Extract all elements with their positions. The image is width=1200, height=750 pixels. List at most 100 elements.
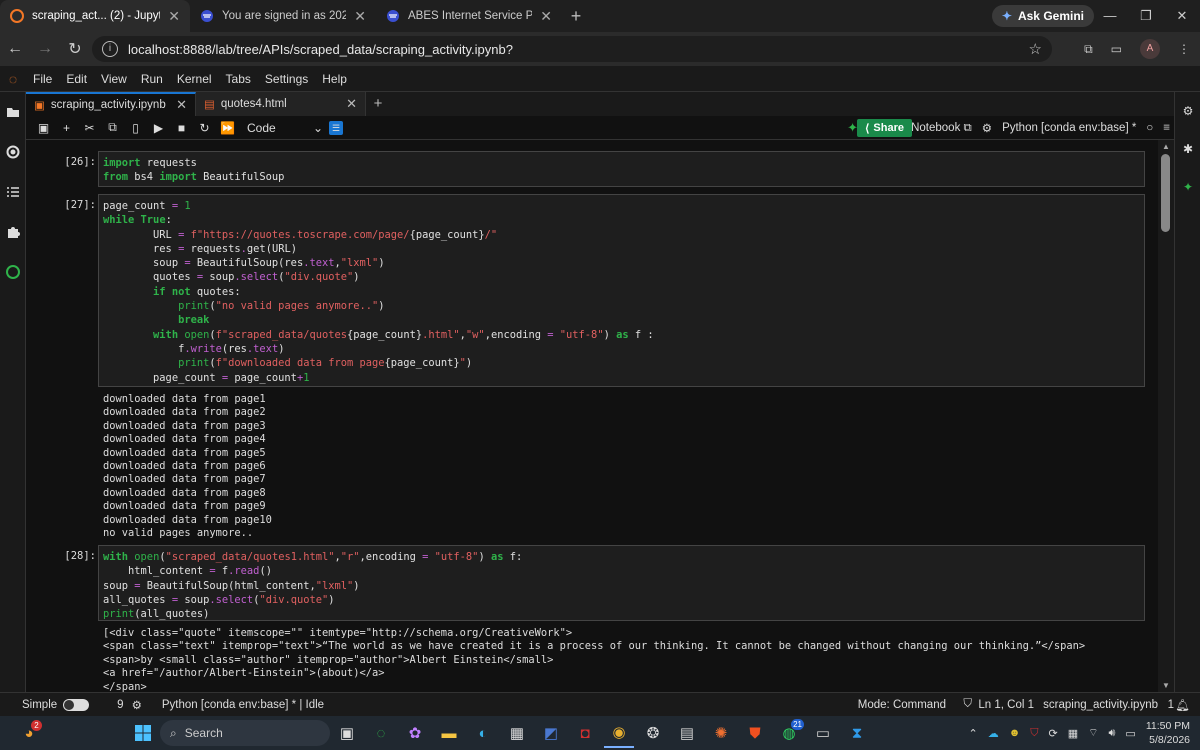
code-editor[interactable]: import requests from bs4 import Beautifu… xyxy=(98,151,1145,187)
menu-file[interactable]: File xyxy=(26,72,59,86)
minimize-icon[interactable]: — xyxy=(1092,0,1128,32)
volume-icon[interactable]: 🔊︎ xyxy=(1108,727,1115,740)
ask-gemini-button[interactable]: ✦ Ask Gemini xyxy=(991,5,1094,27)
profile-avatar[interactable]: A xyxy=(1140,39,1160,59)
tray-security-icon[interactable]: ⛉ xyxy=(1030,727,1038,740)
menu-hamburger-icon[interactable]: ≡ xyxy=(1163,122,1170,134)
app-ring-icon[interactable]: ◌ xyxy=(366,718,396,748)
tab-html[interactable]: ▤ quotes4.html ✕ xyxy=(196,92,366,116)
cursor-position[interactable]: Ln 1, Col 1 xyxy=(978,699,1034,711)
new-tab-button[interactable]: + xyxy=(562,6,590,27)
menu-settings[interactable]: Settings xyxy=(258,72,315,86)
kernel-status-ring-icon[interactable] xyxy=(0,252,26,292)
windows-start-icon[interactable] xyxy=(128,718,158,748)
browser-tab-jupyter[interactable]: scraping_act... (2) - JupyterLab ✕ xyxy=(0,0,190,32)
scroll-thumb[interactable] xyxy=(1161,154,1170,232)
split-view-icon[interactable]: ▭ xyxy=(1111,42,1122,56)
notebook-scrollbar[interactable]: ▲ ▼ xyxy=(1158,140,1174,692)
bell-icon[interactable]: 🔔︎ xyxy=(1175,698,1190,712)
chevron-up-icon[interactable]: ⌃ xyxy=(968,727,977,740)
kernel-name[interactable]: Python [conda env:base] * xyxy=(1002,122,1136,134)
address-bar[interactable]: i localhost:8888/lab/tree/APIs/scraped_d… xyxy=(92,36,1052,62)
file-explorer-icon[interactable]: ▬ xyxy=(434,718,464,748)
close-icon[interactable]: ✕ xyxy=(540,8,552,25)
run-icon[interactable]: ▶ xyxy=(147,121,170,135)
kernel-status[interactable]: Python [conda env:base] * | Idle xyxy=(162,699,324,711)
info-icon[interactable]: i xyxy=(102,41,118,57)
scroll-up-icon[interactable]: ▲ xyxy=(1158,142,1174,151)
menu-tabs[interactable]: Tabs xyxy=(219,72,258,86)
menu-help[interactable]: Help xyxy=(315,72,354,86)
cut-icon[interactable]: ✂ xyxy=(78,121,101,135)
stop-icon[interactable]: ■ xyxy=(170,121,193,135)
taskbar-search[interactable]: ⌕ Search xyxy=(160,720,330,746)
vscode-icon[interactable]: ⧗ xyxy=(842,718,872,748)
bookmark-star-icon[interactable]: ☆ xyxy=(1029,40,1042,58)
chatgpt-icon[interactable]: ❂ xyxy=(638,718,668,748)
widgets-icon[interactable]: ◕ 2 xyxy=(14,718,44,748)
brave-icon[interactable]: ⛊ xyxy=(740,718,770,748)
cell-type-dropdown[interactable]: Code ⌄ xyxy=(247,121,323,135)
new-launcher-button[interactable]: + xyxy=(366,92,390,116)
extension-puzzle-icon[interactable] xyxy=(0,212,26,252)
menu-kernel[interactable]: Kernel xyxy=(170,72,219,86)
property-inspector-gear-icon[interactable]: ⚙ xyxy=(1175,92,1200,130)
task-view-icon[interactable]: ▣ xyxy=(332,718,362,748)
fast-forward-icon[interactable]: ⏩ xyxy=(216,121,239,135)
folder-icon[interactable] xyxy=(0,92,26,132)
editor-app-icon[interactable]: ◩ xyxy=(536,718,566,748)
code-editor[interactable]: page_count = 1 while True: URL = f"https… xyxy=(98,194,1145,387)
onedrive-icon[interactable]: ☁ xyxy=(988,727,999,740)
notebook-link[interactable]: Notebook ⧉ xyxy=(911,122,972,135)
browser-tab-abes[interactable]: ABES Internet Service Portal ✕ xyxy=(376,0,562,32)
close-icon[interactable]: ✕ xyxy=(346,96,357,112)
reload-icon[interactable]: ↻ xyxy=(60,39,90,59)
toc-list-icon[interactable] xyxy=(0,172,26,212)
format-icon[interactable]: ☰ xyxy=(329,120,343,135)
close-window-icon[interactable]: ✕ xyxy=(1164,0,1200,32)
menu-edit[interactable]: Edit xyxy=(59,72,94,86)
close-icon[interactable]: ✕ xyxy=(176,97,187,113)
cell-output: downloaded data from page1 downloaded dat… xyxy=(98,393,1145,540)
forward-arrow-icon[interactable]: → xyxy=(30,40,60,58)
browser-tab-signed-in[interactable]: You are signed in as 2024b010 ✕ xyxy=(190,0,376,32)
chrome-icon[interactable]: ◉ xyxy=(604,718,634,748)
whatsapp-icon[interactable]: ◍ 21 xyxy=(774,718,804,748)
notes-app-icon[interactable]: ▤ xyxy=(672,718,702,748)
copy-icon[interactable]: ⧉ xyxy=(101,120,124,135)
output-line: <a href="/author/Albert-Einstein">(about… xyxy=(103,667,385,680)
store-icon[interactable]: ▦ xyxy=(502,718,532,748)
close-icon[interactable]: ✕ xyxy=(354,8,366,25)
tray-display-icon[interactable]: ▦ xyxy=(1068,727,1078,740)
close-icon[interactable]: ✕ xyxy=(168,8,180,25)
menu-view[interactable]: View xyxy=(94,72,134,86)
wifi-icon[interactable]: ⌔ xyxy=(1088,726,1098,740)
save-icon[interactable]: ▣ xyxy=(32,121,55,135)
add-cell-icon[interactable]: + xyxy=(55,121,78,135)
scroll-down-icon[interactable]: ▼ xyxy=(1158,681,1174,690)
edge-icon[interactable]: ◐ xyxy=(468,718,498,748)
tray-sync-icon[interactable]: ⟳ xyxy=(1049,727,1058,740)
restart-icon[interactable]: ↻ xyxy=(193,121,216,135)
running-icon[interactable] xyxy=(0,132,26,172)
share-button[interactable]: ⟨ Share xyxy=(857,119,912,137)
taskbar-clock[interactable]: 11:50 PM 5/8/2026 xyxy=(1146,719,1190,747)
battery-icon[interactable]: ▭ xyxy=(1125,727,1135,740)
extensions-icon[interactable]: ⧉ xyxy=(1084,42,1093,57)
mcafee-icon[interactable]: ◘ xyxy=(570,718,600,748)
browser-menu-icon[interactable]: ⋮ xyxy=(1178,42,1190,56)
tray-app-icon[interactable]: ☻ xyxy=(1009,727,1021,739)
simple-mode-toggle[interactable] xyxy=(63,698,90,711)
tab-notebook[interactable]: ▣ scraping_activity.ipynb ✕ xyxy=(26,92,196,116)
menu-run[interactable]: Run xyxy=(134,72,170,86)
debugger-bug-icon[interactable]: ✱ xyxy=(1175,130,1200,168)
paste-icon[interactable]: ▯ xyxy=(124,121,147,135)
back-arrow-icon[interactable]: ← xyxy=(0,40,30,58)
sparkle-app-icon[interactable]: ✺ xyxy=(706,718,736,748)
ai-sparkle-icon[interactable]: ✦ xyxy=(1175,168,1200,206)
copilot-icon[interactable]: ✿ xyxy=(400,718,430,748)
restore-icon[interactable]: ❐ xyxy=(1128,0,1164,32)
terminal-icon[interactable]: ▭ xyxy=(808,718,838,748)
code-editor[interactable]: with open("scraped_data/quotes1.html","r… xyxy=(98,545,1145,621)
tab-title: You are signed in as 2024b010 xyxy=(222,10,347,22)
